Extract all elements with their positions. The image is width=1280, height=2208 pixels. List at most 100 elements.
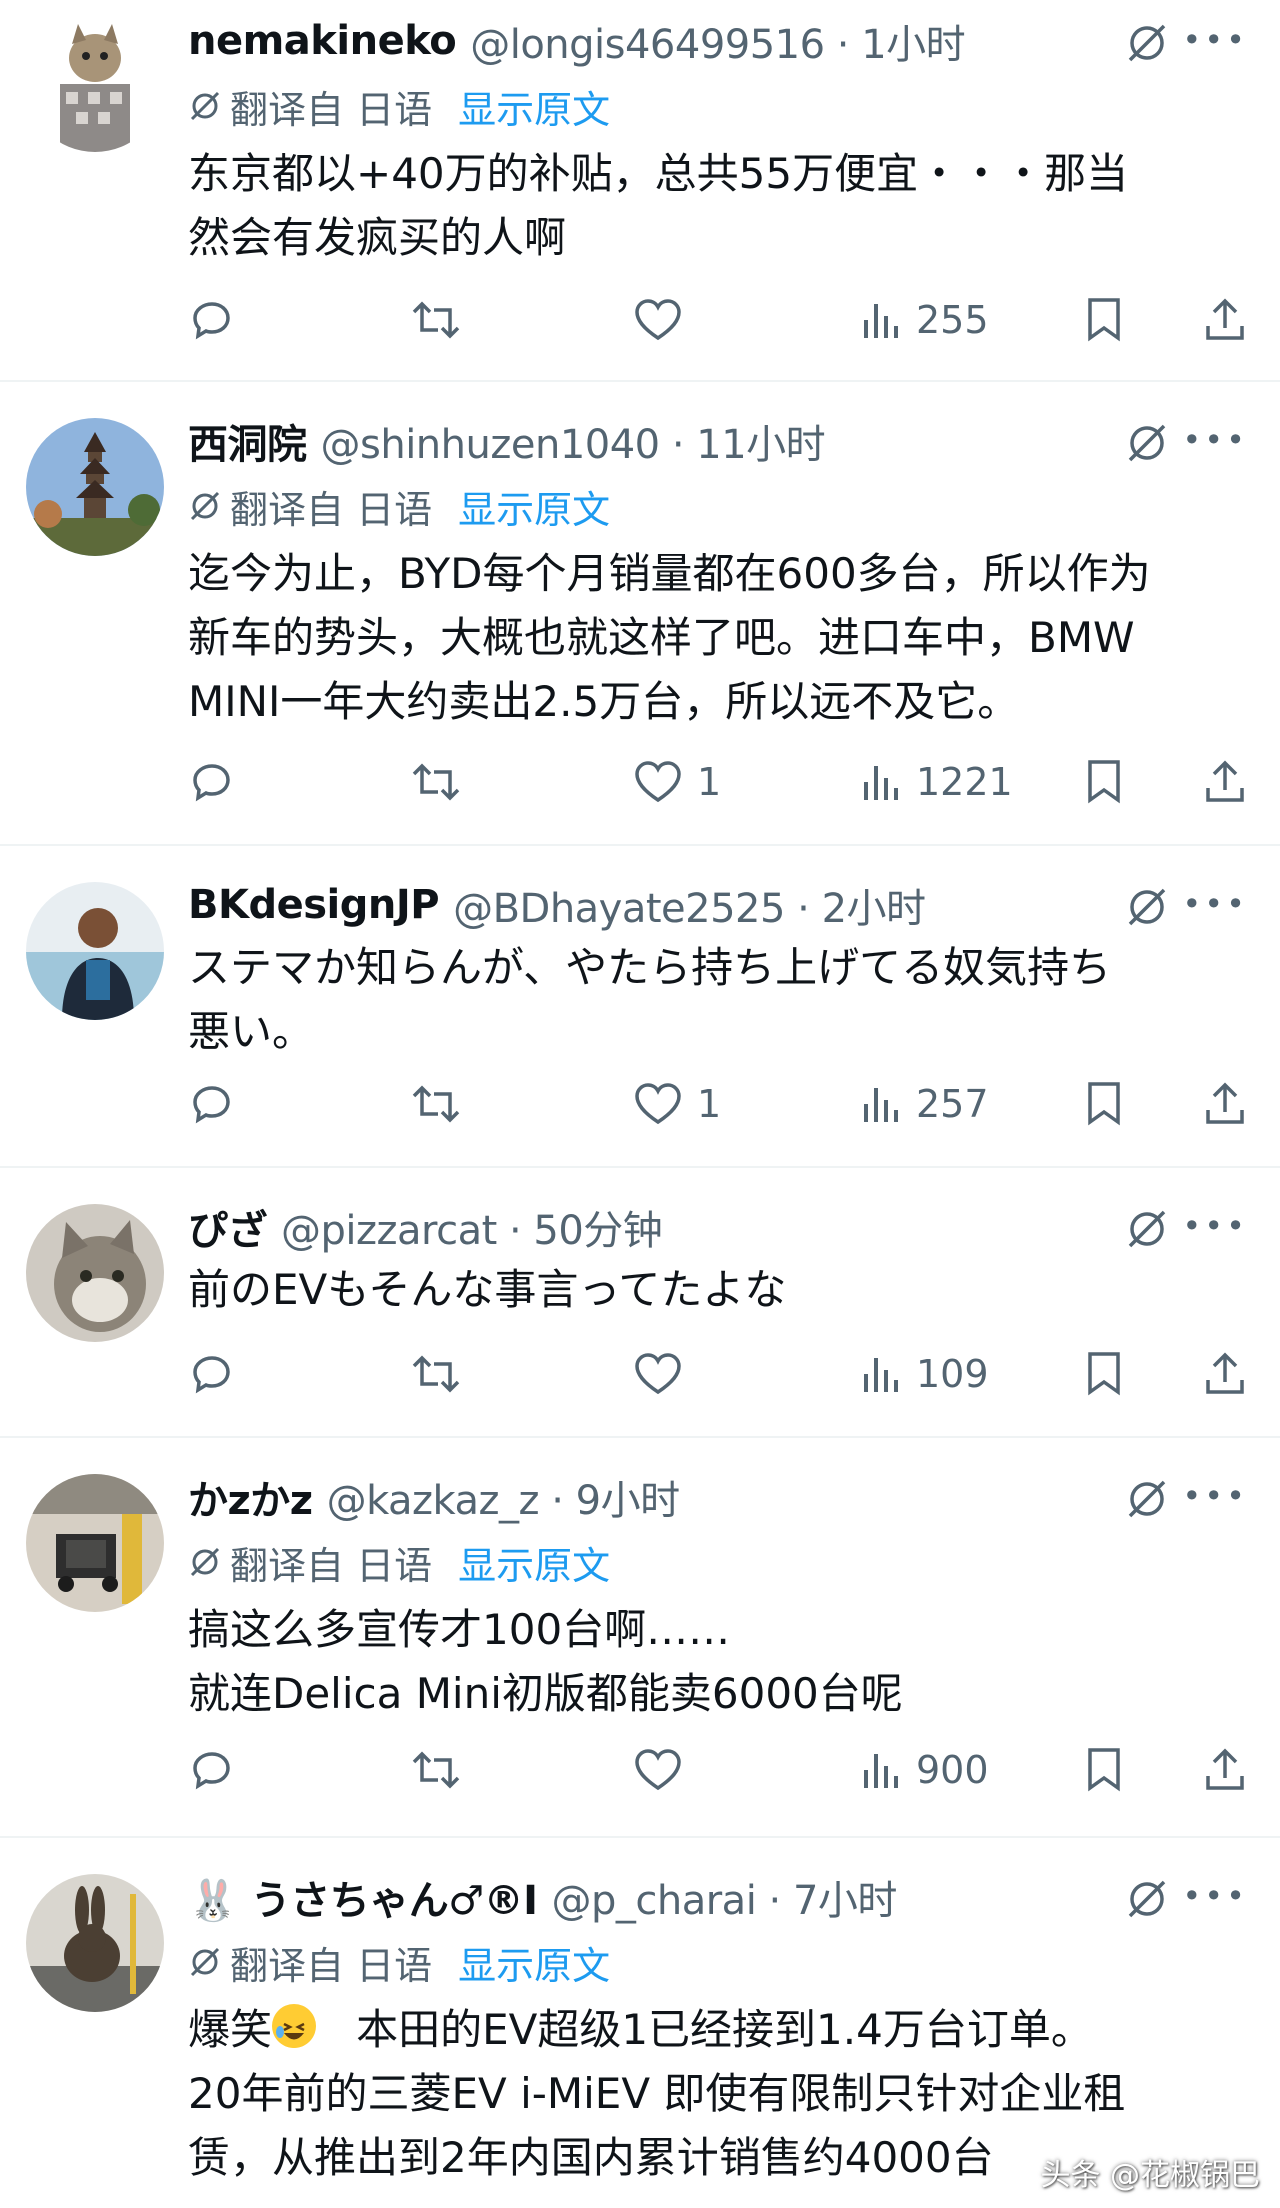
like-icon xyxy=(635,1353,681,1395)
grok-icon[interactable] xyxy=(1124,1206,1170,1252)
like-button[interactable] xyxy=(633,1740,697,1800)
translation-note: 翻译自 日语 显示原文 xyxy=(188,1938,610,1988)
bookmark-button[interactable] xyxy=(1084,752,1124,812)
views-icon xyxy=(864,766,898,800)
show-original-link[interactable]: 显示原文 xyxy=(458,479,610,534)
repost-icon xyxy=(412,763,460,801)
avatar[interactable] xyxy=(26,14,164,152)
avatar[interactable] xyxy=(26,1204,164,1342)
tweet-text-part: 本田的EV超级1已经接到1.4万台订单。 20年前的三菱EV i-MiEV 即使… xyxy=(188,2005,1126,2182)
handle-time[interactable]: @p_charai · 7小时 xyxy=(551,1868,897,1926)
display-name[interactable]: nemakineko xyxy=(188,18,457,64)
repost-button[interactable] xyxy=(410,752,462,812)
reply-button[interactable] xyxy=(188,1344,236,1404)
like-count: 1 xyxy=(697,760,722,804)
show-original-link[interactable]: 显示原文 xyxy=(458,1535,610,1590)
avatar[interactable] xyxy=(26,882,164,1020)
display-name[interactable]: 西洞院 xyxy=(188,412,307,470)
repost-icon xyxy=(412,1355,460,1393)
handle-time[interactable]: @BDhayate2525 · 2小时 xyxy=(453,876,926,934)
tweet-6[interactable]: 🐰 うさちゃん♂®I @p_charai · 7小时 ••• 翻译自 日语 显示… xyxy=(0,1838,1280,2208)
show-original-link[interactable]: 显示原文 xyxy=(458,1935,610,1990)
tweet-text: 前のEVもそんな事言ってたよな xyxy=(188,1265,787,1314)
more-icon[interactable]: ••• xyxy=(1182,1480,1248,1512)
tweet-1[interactable]: nemakineko @longis46499516 · 1小时 ••• 翻译自… xyxy=(0,0,1280,382)
share-icon xyxy=(1206,1352,1244,1394)
action-bar: 109 xyxy=(188,1344,1256,1404)
repost-button[interactable] xyxy=(410,1740,462,1800)
reply-button[interactable] xyxy=(188,752,236,812)
more-icon[interactable]: ••• xyxy=(1182,888,1248,920)
grok-icon[interactable] xyxy=(1124,1476,1170,1522)
tweet-text: 搞这么多宣传才100台啊…… 就连Delica Mini初版都能卖6000台呢 xyxy=(188,1605,903,1718)
like-button[interactable]: 1 xyxy=(633,752,721,812)
reply-icon xyxy=(193,1356,230,1394)
tweet-3[interactable]: BKdesignJP @BDhayate2525 · 2小时 ••• ステマか知… xyxy=(0,846,1280,1168)
repost-button[interactable] xyxy=(410,1074,462,1134)
grok-icon[interactable] xyxy=(1124,1876,1170,1922)
bookmark-button[interactable] xyxy=(1084,1074,1124,1134)
share-button[interactable] xyxy=(1202,290,1248,350)
share-button[interactable] xyxy=(1202,1074,1248,1134)
tweet-4[interactable]: ぴざ @pizzarcat · 50分钟 ••• 前のEVもそんな事言ってたよな… xyxy=(0,1168,1280,1438)
views-button[interactable]: 900 xyxy=(860,1740,989,1800)
display-name[interactable]: ぴざ xyxy=(188,1198,268,1256)
grok-icon[interactable] xyxy=(1124,884,1170,930)
handle-time[interactable]: @pizzarcat · 50分钟 xyxy=(281,1198,663,1256)
reply-icon xyxy=(193,764,230,802)
share-button[interactable] xyxy=(1202,1344,1248,1404)
bookmark-button[interactable] xyxy=(1084,1344,1124,1404)
views-icon xyxy=(864,1358,898,1392)
more-icon[interactable]: ••• xyxy=(1182,1210,1248,1242)
repost-icon xyxy=(412,1751,460,1789)
like-icon xyxy=(635,299,681,341)
share-button[interactable] xyxy=(1202,752,1248,812)
views-button[interactable]: 255 xyxy=(860,290,989,350)
views-button[interactable]: 257 xyxy=(860,1074,989,1134)
views-button[interactable]: 109 xyxy=(860,1344,989,1404)
like-icon xyxy=(635,1083,681,1125)
grok-icon[interactable] xyxy=(1124,420,1170,466)
translate-icon xyxy=(190,491,220,521)
tweet-5[interactable]: かzかz @kazkaz_z · 9小时 ••• 翻译自 日语 显示原文 搞这么… xyxy=(0,1438,1280,1838)
reply-button[interactable] xyxy=(188,290,236,350)
translation-note: 翻译自 日语 显示原文 xyxy=(188,1538,610,1588)
tweet-2[interactable]: 西洞院 @shinhuzen1040 · 11小时 ••• 翻译自 日语 显示原… xyxy=(0,382,1280,846)
repost-icon xyxy=(412,301,460,339)
avatar[interactable] xyxy=(26,1474,164,1612)
bookmark-button[interactable] xyxy=(1084,1740,1124,1800)
translate-icon xyxy=(190,1547,220,1577)
display-name[interactable]: BKdesignJP xyxy=(188,882,440,928)
display-name[interactable]: かzかz xyxy=(188,1468,313,1526)
more-icon[interactable]: ••• xyxy=(1182,24,1248,56)
grok-icon[interactable] xyxy=(1124,20,1170,66)
reply-button[interactable] xyxy=(188,1074,236,1134)
more-icon[interactable]: ••• xyxy=(1182,424,1248,456)
more-icon[interactable]: ••• xyxy=(1182,1880,1248,1912)
handle-time[interactable]: @shinhuzen1040 · 11小时 xyxy=(321,412,826,470)
like-button[interactable] xyxy=(633,1344,697,1404)
handle-time[interactable]: @longis46499516 · 1小时 xyxy=(470,12,965,70)
handle-time[interactable]: @kazkaz_z · 9小时 xyxy=(327,1468,681,1526)
reply-button[interactable] xyxy=(188,1740,236,1800)
reply-icon xyxy=(193,1752,230,1790)
translation-note: 翻译自 日语 显示原文 xyxy=(188,82,610,132)
bookmark-icon xyxy=(1088,1082,1120,1126)
like-button[interactable] xyxy=(633,290,697,350)
repost-button[interactable] xyxy=(410,290,462,350)
like-button[interactable]: 1 xyxy=(633,1074,721,1134)
tweet-text: 东京都以+40万的补贴，总共55万便宜・・・那当 然会有发疯买的人啊 xyxy=(188,149,1129,262)
display-name[interactable]: 🐰 うさちゃん♂®I xyxy=(188,1868,538,1926)
avatar[interactable] xyxy=(26,1874,164,2012)
show-original-link[interactable]: 显示原文 xyxy=(458,79,610,134)
bookmark-button[interactable] xyxy=(1084,290,1124,350)
like-icon xyxy=(635,1749,681,1791)
translate-icon xyxy=(190,91,220,121)
repost-button[interactable] xyxy=(410,1344,462,1404)
action-bar: 900 xyxy=(188,1740,1256,1800)
views-count: 109 xyxy=(916,1352,989,1396)
bookmark-icon xyxy=(1088,760,1120,804)
share-button[interactable] xyxy=(1202,1740,1248,1800)
views-button[interactable]: 1221 xyxy=(860,752,1013,812)
avatar[interactable] xyxy=(26,418,164,556)
